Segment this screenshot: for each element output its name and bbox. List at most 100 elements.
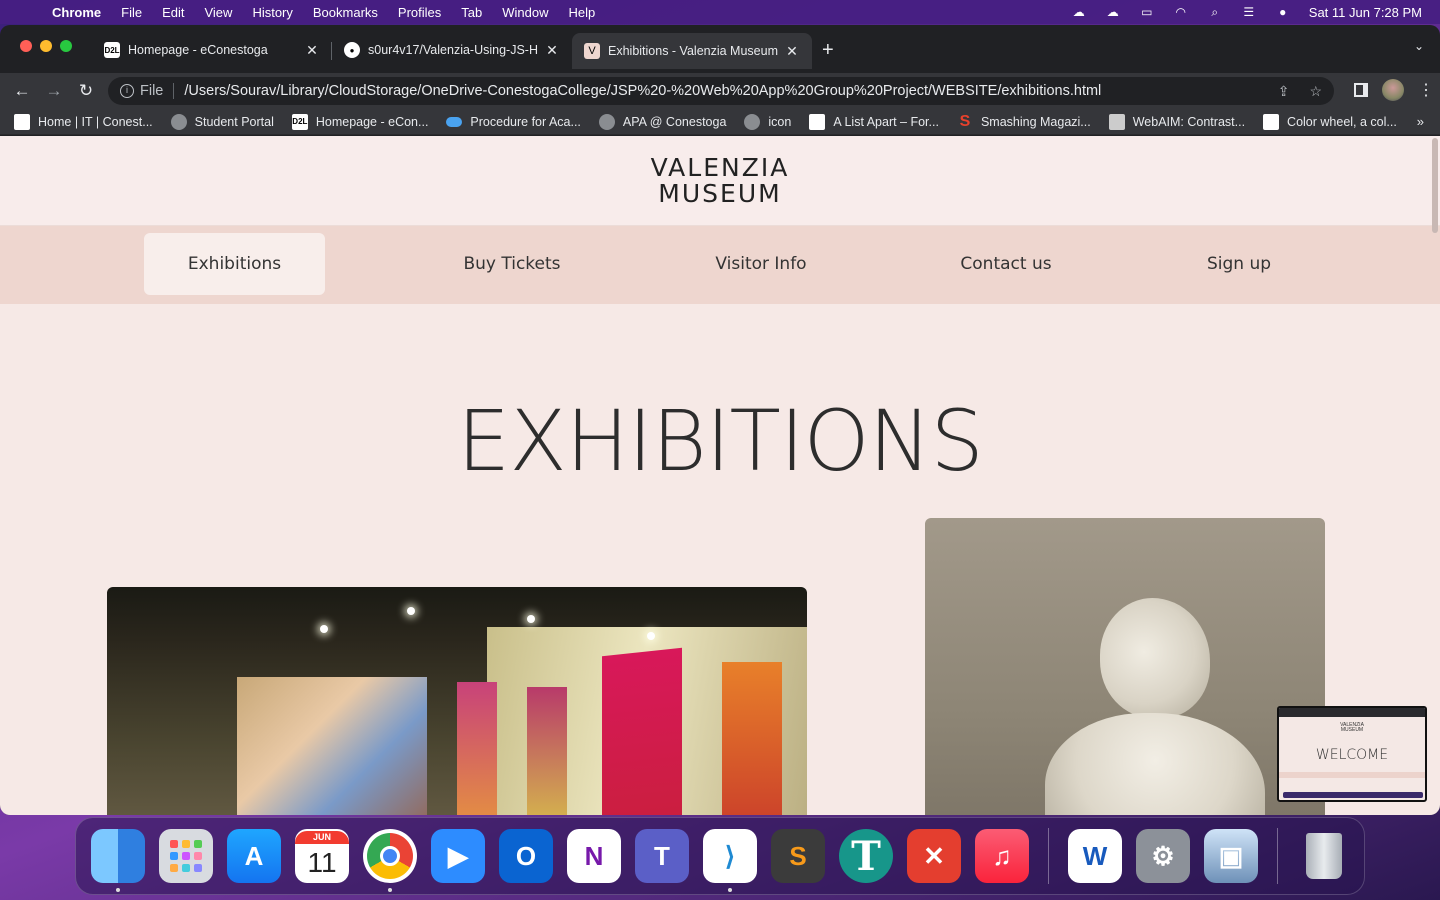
close-window-button[interactable] (20, 40, 32, 52)
launchpad-icon[interactable] (159, 829, 213, 883)
nav-sign-up[interactable]: Sign up (1159, 233, 1319, 295)
tab-search-chevron-icon[interactable]: ⌄ (1414, 39, 1424, 53)
bookmark-item[interactable]: Student Portal (170, 113, 274, 130)
preview-icon[interactable]: ▣ (1204, 829, 1258, 883)
profile-avatar[interactable] (1382, 79, 1404, 101)
menu-view[interactable]: View (204, 5, 232, 20)
globe-icon (170, 113, 187, 130)
minimize-window-button[interactable] (40, 40, 52, 52)
running-indicator (388, 888, 392, 892)
forward-arrow-icon[interactable]: → (38, 81, 70, 101)
bookmark-item[interactable]: Color wheel, a col... (1263, 113, 1397, 130)
close-tab-icon[interactable]: ✕ (784, 43, 800, 60)
menu-window[interactable]: Window (502, 5, 548, 20)
info-icon[interactable]: i (120, 84, 134, 98)
fullscreen-window-button[interactable] (60, 40, 72, 52)
system-preferences-icon[interactable]: ⚙ (1136, 829, 1190, 883)
control-center-icon[interactable]: ☰ (1241, 5, 1257, 19)
trash-icon[interactable] (1297, 829, 1351, 883)
sublime-text-icon[interactable]: S (771, 829, 825, 883)
logo-line-2: MUSEUM (658, 178, 782, 208)
onedrive-icon[interactable]: ☁ (1105, 5, 1121, 19)
github-icon: ● (344, 42, 360, 58)
bookmark-item[interactable]: Procedure for Aca... (446, 115, 581, 129)
bookmark-label: Color wheel, a col... (1287, 114, 1397, 129)
chrome-menu-icon[interactable]: ⋮ (1418, 80, 1434, 100)
window-controls (20, 40, 72, 52)
share-icon[interactable]: ⇪ (1278, 83, 1290, 100)
chrome-icon[interactable] (363, 829, 417, 892)
bookmarks-overflow-icon[interactable]: » (1417, 114, 1424, 129)
vscode-icon[interactable]: ⟩ (703, 829, 757, 892)
reload-icon[interactable]: ↻ (70, 81, 102, 101)
creative-cloud-icon[interactable]: ☁ (1071, 5, 1087, 19)
webaim-gear-icon (1108, 113, 1125, 130)
menu-edit[interactable]: Edit (162, 5, 184, 20)
new-tab-icon[interactable]: + (822, 33, 834, 67)
trash-can (1306, 833, 1342, 879)
page-title: EXHIBITIONS (457, 392, 984, 490)
screenshot-thumbnail[interactable]: VALENZIA MUSEUM WELCOME (1277, 706, 1427, 802)
zoom-icon[interactable]: ▶ (431, 829, 485, 883)
tab-exhibitions[interactable]: V Exhibitions - Valenzia Museum ✕ (572, 33, 812, 69)
address-url[interactable]: /Users/Sourav/Library/CloudStorage/OneDr… (184, 83, 1101, 99)
onenote-icon[interactable]: N (567, 829, 621, 883)
app-store-icon[interactable]: A (227, 829, 281, 883)
battery-icon[interactable]: ▭ (1139, 5, 1155, 19)
tab-econestoga[interactable]: D2L Homepage - eConestoga ✕ (92, 33, 332, 67)
spotlight-search-icon[interactable]: ⌕ (1207, 5, 1223, 19)
siri-icon[interactable]: ● (1275, 5, 1291, 19)
statue-torso (1045, 713, 1265, 815)
bookmark-item[interactable]: A List Apart – For... (809, 113, 939, 130)
teams-icon[interactable]: T (635, 829, 689, 883)
menu-profiles[interactable]: Profiles (398, 5, 441, 20)
menu-bar-extras: ☁ ☁ ▭ ◠ ⌕ ☰ ● Sat 11 Jun 7:28 PM (1071, 0, 1422, 24)
bookmark-label: WebAIM: Contrast... (1132, 114, 1246, 129)
remote-desktop-icon[interactable]: ✕ (907, 829, 961, 883)
menu-file[interactable]: File (121, 5, 142, 20)
word-icon[interactable]: W (1068, 829, 1122, 883)
calendar-icon[interactable]: JUN 11 (295, 829, 349, 883)
menu-help[interactable]: Help (569, 5, 596, 20)
menu-history[interactable]: History (252, 5, 292, 20)
typora-icon[interactable]: T (839, 829, 893, 883)
music-icon[interactable]: ♫ (975, 829, 1029, 883)
outlook-icon[interactable]: O (499, 829, 553, 883)
tab-github[interactable]: ● s0ur4v17/Valenzia-Using-JS-H ✕ (332, 33, 572, 67)
a-list-apart-icon (809, 113, 826, 130)
nav-buy-tickets[interactable]: Buy Tickets (432, 233, 592, 295)
macos-dock: A JUN 11 ▶ O N T ⟩ S T ✕ ♫ W ⚙ ▣ (75, 817, 1365, 895)
wifi-icon[interactable]: ◠ (1173, 5, 1189, 19)
menu-tab[interactable]: Tab (461, 5, 482, 20)
bookmark-item[interactable]: WebAIM: Contrast... (1108, 113, 1246, 130)
nav-exhibitions[interactable]: Exhibitions (144, 233, 325, 295)
close-tab-icon[interactable]: ✕ (544, 42, 560, 59)
globe-icon (744, 113, 761, 130)
dock-separator (1048, 828, 1049, 884)
chrome-window: D2L Homepage - eConestoga ✕ ● s0ur4v17/V… (0, 25, 1440, 815)
bookmark-item[interactable]: D2L Homepage - eCon... (291, 113, 428, 130)
close-tab-icon[interactable]: ✕ (304, 42, 320, 59)
site-logo[interactable]: VALENZIA MUSEUM (651, 154, 790, 208)
thumbnail-nav (1279, 772, 1425, 778)
finder-icon[interactable] (91, 829, 145, 892)
painting (237, 677, 427, 815)
bookmark-item[interactable]: icon (744, 113, 791, 130)
address-bar[interactable]: i File /Users/Sourav/Library/CloudStorag… (108, 77, 1334, 105)
back-arrow-icon[interactable]: ← (6, 81, 38, 101)
bookmark-star-icon[interactable]: ☆ (1309, 83, 1322, 100)
nav-visitor-info[interactable]: Visitor Info (681, 233, 841, 295)
nav-contact-us[interactable]: Contact us (926, 233, 1086, 295)
menu-chrome[interactable]: Chrome (52, 5, 101, 20)
page-scrollbar[interactable] (1432, 138, 1438, 233)
bookmark-item[interactable]: Home | IT | Conest... (14, 113, 153, 130)
ceiling-light (527, 615, 535, 623)
tab-label: Exhibitions - Valenzia Museum (608, 44, 778, 58)
menu-bar-clock[interactable]: Sat 11 Jun 7:28 PM (1309, 5, 1422, 20)
side-panel-icon[interactable] (1354, 83, 1368, 97)
bookmark-item[interactable]: APA @ Conestoga (598, 113, 726, 130)
bookmark-item[interactable]: S Smashing Magazi... (957, 113, 1091, 130)
tab-label: Homepage - eConestoga (128, 43, 268, 57)
running-indicator (728, 888, 732, 892)
menu-bookmarks[interactable]: Bookmarks (313, 5, 378, 20)
